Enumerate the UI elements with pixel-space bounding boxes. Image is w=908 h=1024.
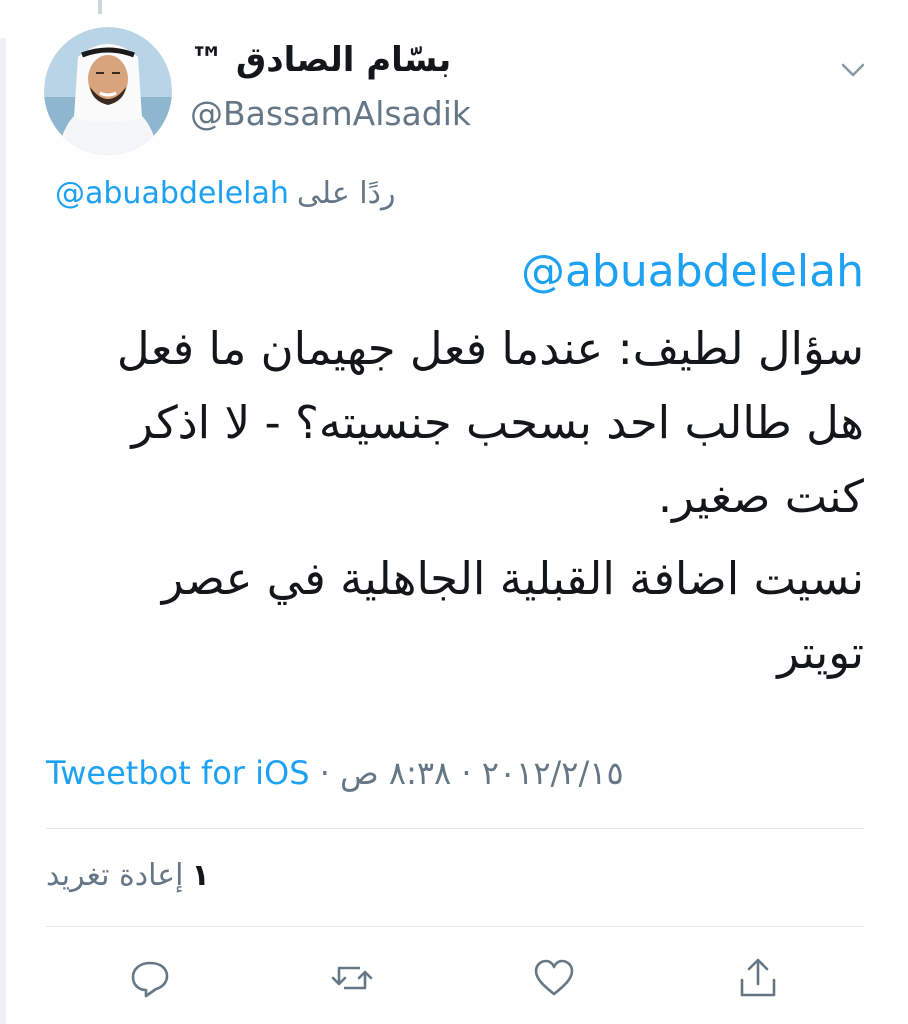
- share-icon: [740, 958, 776, 997]
- tweet-mention-link[interactable]: @abuabdelelah: [64, 244, 864, 300]
- meta-separator: ·: [461, 754, 472, 792]
- replying-to: @abuabdelelah ردًا على: [55, 176, 475, 211]
- author-handle[interactable]: @BassamAlsadik: [190, 94, 471, 133]
- reply-icon: [131, 961, 169, 998]
- tweet-paragraph: نسيت اضافة القبلية الجاهلية في عصر تويتر: [161, 552, 864, 679]
- avatar[interactable]: [44, 27, 172, 155]
- tweet-text: @abuabdelelah سؤال لطيف: عندما فعل جهيما…: [64, 244, 864, 698]
- share-button[interactable]: [736, 956, 780, 1000]
- reply-button[interactable]: [128, 956, 172, 1000]
- thread-connector-line: [98, 0, 102, 14]
- reply-to-handle[interactable]: @abuabdelelah: [55, 176, 289, 211]
- retweet-stats[interactable]: ١إعادة تغريد: [46, 858, 210, 893]
- retweet-count: ١: [191, 858, 210, 893]
- retweet-button[interactable]: [330, 956, 374, 1000]
- timeline-left-rail: [0, 38, 6, 1024]
- retweet-label: إعادة تغريد: [46, 858, 184, 893]
- reply-to-prefix: ردًا على: [296, 176, 396, 211]
- like-icon: [534, 959, 574, 996]
- tweet-paragraph: سؤال لطيف: عندما فعل جهيمان ما فعل هل طا…: [116, 322, 864, 523]
- profile-photo-icon: [44, 27, 172, 155]
- like-button[interactable]: [532, 956, 576, 1000]
- retweet-icon: [331, 966, 373, 990]
- divider: [46, 828, 864, 829]
- tweet-source-link[interactable]: Tweetbot for iOS: [46, 754, 310, 792]
- meta-separator: ·: [319, 754, 330, 792]
- chevron-down-icon[interactable]: [836, 52, 870, 86]
- author-display-name[interactable]: بسّام الصادق ™: [190, 40, 451, 80]
- tweet-date[interactable]: ٢٠١٢/٢/١٥: [482, 754, 624, 792]
- tweet-time[interactable]: ٨:٣٨ ص: [340, 754, 451, 792]
- tweet-meta: Tweetbot for iOS · ٢٠١٢/٢/١٥ · ٨:٣٨ ص: [46, 754, 624, 792]
- divider: [46, 926, 864, 927]
